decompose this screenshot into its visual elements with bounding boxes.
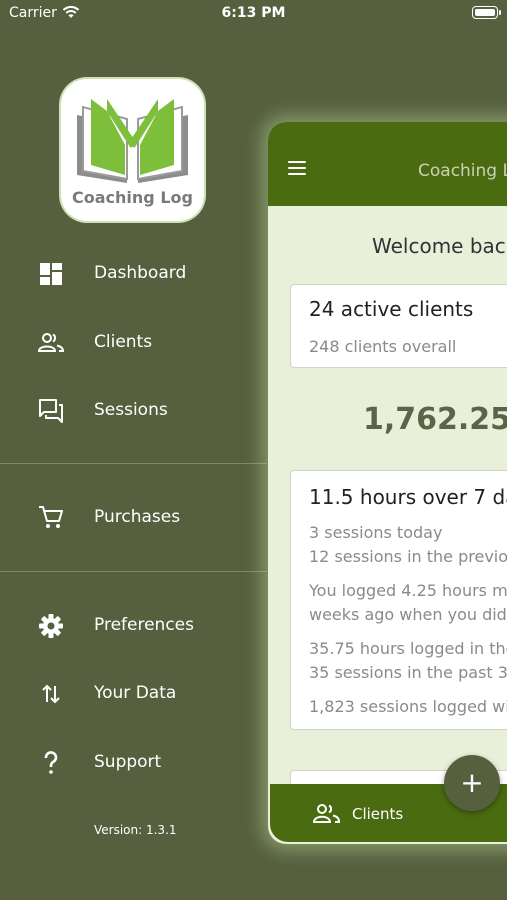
app-bar: Coaching Lo: [268, 122, 507, 206]
app-bar-title: Coaching Lo: [418, 161, 507, 181]
menu-label-clients: Clients: [94, 332, 153, 352]
hours-card-line: 35.75 hours logged in the: [309, 639, 507, 658]
hours-summary-card[interactable]: 11.5 hours over 7 day 3 sessions today 1…: [290, 470, 507, 730]
battery-icon: [472, 6, 501, 19]
people-icon: [38, 333, 64, 352]
menu-item-support[interactable]: Support: [0, 737, 265, 787]
app-logo: Coaching Log: [61, 79, 204, 221]
hours-card-line: weeks ago when you did 1: [309, 605, 507, 624]
gear-icon: [39, 614, 63, 638]
chat-icon: [39, 399, 63, 423]
menu-label-dashboard: Dashboard: [94, 263, 187, 283]
logo-text: Coaching Log: [72, 188, 193, 207]
status-time: 6:13 PM: [221, 5, 286, 21]
menu-label-purchases: Purchases: [94, 507, 181, 527]
swap-vertical-icon: [42, 684, 60, 704]
active-clients-title: 24 active clients: [309, 297, 474, 321]
menu-item-dashboard[interactable]: Dashboard: [0, 248, 265, 298]
clients-overall-text: 248 clients overall: [309, 337, 457, 356]
cart-icon: [39, 506, 63, 528]
tab-clients[interactable]: Clients: [270, 784, 438, 842]
hours-card-line: 1,823 sessions logged wit: [309, 697, 507, 716]
add-button[interactable]: +: [444, 755, 500, 811]
total-hours-value: 1,762.25 h: [363, 402, 507, 437]
menu-item-preferences[interactable]: Preferences: [0, 600, 265, 650]
version-label: Version: 1.3.1: [94, 823, 177, 837]
question-icon: [44, 751, 58, 774]
hamburger-menu-icon[interactable]: [288, 161, 306, 175]
hours-card-line: 12 sessions in the previou: [309, 547, 507, 566]
menu-label-preferences: Preferences: [94, 615, 194, 635]
hours-card-title: 11.5 hours over 7 day: [309, 485, 507, 509]
hours-card-line: 35 sessions in the past 30: [309, 663, 507, 682]
dashboard-icon: [40, 263, 62, 285]
hours-card-line: You logged 4.25 hours mo: [309, 581, 507, 600]
menu-divider: [0, 571, 267, 572]
tab-clients-label: Clients: [352, 805, 404, 823]
menu-item-your-data[interactable]: Your Data: [0, 668, 265, 718]
hours-card-line: 3 sessions today: [309, 523, 443, 542]
menu-item-purchases[interactable]: Purchases: [0, 492, 265, 542]
menu-item-clients[interactable]: Clients: [0, 317, 265, 367]
people-icon: [312, 804, 341, 823]
menu-item-sessions[interactable]: Sessions: [0, 385, 265, 435]
menu-divider: [0, 463, 267, 464]
plus-icon: +: [460, 766, 484, 799]
clients-summary-card[interactable]: 24 active clients 248 clients overall: [290, 284, 507, 368]
welcome-heading: Welcome back: [372, 234, 507, 258]
menu-label-support: Support: [94, 752, 162, 772]
menu-label-sessions: Sessions: [94, 400, 168, 420]
menu-label-your-data: Your Data: [94, 683, 177, 703]
status-bar: Carrier 6:13 PM: [0, 0, 507, 28]
main-content-panel[interactable]: Coaching Lo Welcome back 24 active clien…: [268, 122, 507, 844]
